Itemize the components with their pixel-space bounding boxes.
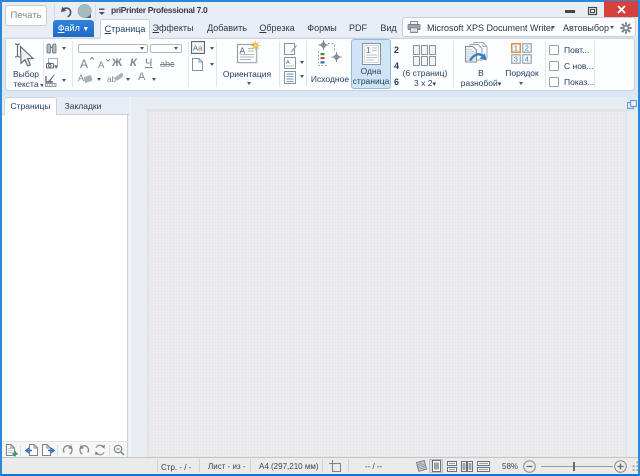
- svg-text:1: 1: [514, 44, 518, 53]
- svg-text:3: 3: [514, 55, 518, 64]
- svg-text:4: 4: [525, 55, 529, 64]
- svg-text:A: A: [286, 60, 290, 66]
- svg-text:A: A: [78, 73, 84, 83]
- svg-text:А: А: [80, 57, 88, 69]
- svg-text:2: 2: [525, 44, 529, 53]
- svg-text:1: 1: [366, 46, 371, 55]
- svg-text:ab: ab: [107, 75, 116, 84]
- svg-text:Аа: Аа: [193, 44, 203, 53]
- svg-text:А: А: [98, 60, 105, 69]
